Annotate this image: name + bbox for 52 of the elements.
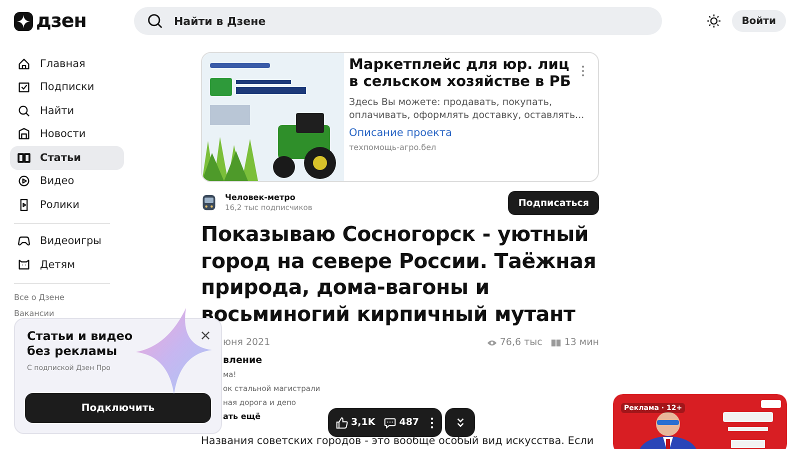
- sidebar-item[interactable]: Ролики: [10, 193, 124, 216]
- comment-icon: [384, 416, 396, 428]
- sidebar-item[interactable]: Главная: [10, 52, 124, 76]
- logo-text[interactable]: дзен: [36, 10, 86, 32]
- ad-card[interactable]: Маркетплейс для юр. лиц в сельском хозяйстве в РБ Здесь Вы можете: продавать, покупать, оплачивать, оформлять доставку, оставлять... Описание проекта техпомощь-агро.бел: [201, 52, 599, 182]
- scroll-down-button[interactable]: [445, 408, 476, 437]
- login-button[interactable]: Войти: [732, 10, 786, 32]
- more-icon[interactable]: [430, 416, 434, 428]
- article-title: Показываю Сосногорск - уютный город на севере России. Таёжная природа, дома-вагоны и восьминогий кирпичный мутант: [201, 221, 598, 327]
- search-field[interactable]: Найти в Дзене: [134, 7, 662, 35]
- footer-link[interactable]: Все о Дзене: [10, 290, 124, 306]
- show-more-link[interactable]: ать ещё: [223, 410, 261, 424]
- logo-icon[interactable]: [14, 12, 33, 30]
- search-icon: [146, 13, 163, 29]
- nav-icon: [17, 174, 31, 188]
- read-time: 13 мин: [564, 337, 599, 348]
- eye-icon: [486, 338, 497, 346]
- view-count: 76,6 тыс: [500, 337, 542, 348]
- channel-avatar-icon[interactable]: [201, 194, 217, 212]
- sidebar-item[interactable]: Видео: [10, 170, 124, 193]
- sidebar-item[interactable]: Статьи: [10, 146, 124, 170]
- toc-heading: вление: [223, 354, 262, 368]
- like-button[interactable]: 3,1K: [336, 416, 376, 428]
- nav-icon: [17, 56, 31, 71]
- thumbs-up-icon: [336, 416, 348, 428]
- nav-icon: [17, 234, 31, 248]
- channel-name[interactable]: Человек-метро: [225, 193, 508, 203]
- theme-sun-icon[interactable]: [706, 13, 722, 29]
- subscribe-button[interactable]: Подписаться: [508, 191, 599, 215]
- sidebar-item[interactable]: Найти: [10, 99, 124, 122]
- ad-description: Здесь Вы можете: продавать, покупать, оплачивать, оформлять доставку, оставлять...: [349, 97, 585, 122]
- comments-button[interactable]: 487: [384, 416, 420, 428]
- connect-button[interactable]: Подключить: [25, 393, 211, 423]
- ad-link[interactable]: Описание проекта: [349, 127, 585, 139]
- ad-domain: техпомощь-агро.бел: [349, 143, 438, 152]
- sidebar-item[interactable]: Видеоигры: [10, 230, 124, 253]
- promo-title: Статьи и видео без рекламы: [27, 329, 134, 359]
- nav-icon: [17, 258, 31, 272]
- double-chevron-icon: [454, 417, 466, 428]
- nav-icon: [17, 127, 31, 142]
- nav-icon: [17, 80, 31, 94]
- article-paragraph: Названия советских городов - это вообще особый вид искусства. Если: [201, 435, 595, 447]
- sidebar-item[interactable]: Детям: [10, 253, 124, 276]
- sidebar-item[interactable]: Новости: [10, 122, 124, 146]
- footer-link[interactable]: Вакансии: [10, 306, 124, 322]
- close-icon[interactable]: [201, 331, 210, 340]
- publish-date: юня 2021: [223, 337, 270, 348]
- nav-icon: [17, 150, 31, 165]
- sidebar-item[interactable]: Подписки: [10, 76, 124, 99]
- book-icon: [551, 338, 562, 346]
- nav-icon: [17, 104, 31, 118]
- ad-title[interactable]: Маркетплейс для юр. лиц в сельском хозяйстве в РБ: [349, 57, 571, 91]
